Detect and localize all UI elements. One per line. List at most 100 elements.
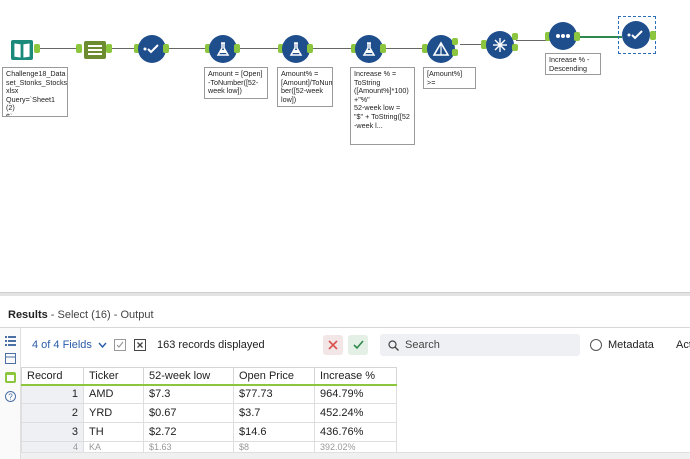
search-input[interactable]: Search (380, 334, 580, 356)
table-row[interactable]: 3 TH $2.72 $14.6 436.76% (21, 422, 397, 442)
output-anchor[interactable] (380, 44, 386, 53)
ticker-cell[interactable]: YRD (83, 403, 144, 423)
column-header-increase[interactable]: Increase % (314, 367, 397, 386)
metadata-radio[interactable]: Metadata (590, 328, 654, 362)
snowflake-icon (493, 38, 507, 52)
increase-cell[interactable]: 392.02% (314, 441, 397, 453)
output-anchor[interactable] (574, 32, 580, 41)
open-cell[interactable]: $77.73 (233, 384, 315, 404)
output-anchor[interactable] (234, 44, 240, 53)
table-header-row: Record Ticker 52-week low Open Price Inc… (21, 367, 397, 386)
sort-annotation: Increase % - Descending (545, 53, 601, 75)
output-anchor[interactable] (106, 44, 112, 53)
formula2-annotation: Amount% = [Amount]/ToNum ber([52-week lo… (277, 67, 333, 107)
table-row[interactable]: 4 KA $1.63 $8 392.02% (21, 441, 397, 453)
list-view-icon[interactable] (5, 335, 16, 346)
output-anchor[interactable] (512, 33, 518, 40)
results-table: Record Ticker 52-week low Open Price Inc… (21, 367, 397, 453)
checkmark-icon (143, 44, 159, 54)
edit-checkbox-icon[interactable] (114, 328, 126, 362)
low-cell[interactable]: $1.63 (143, 441, 234, 453)
dots-icon (556, 34, 570, 38)
record-cell: 3 (21, 422, 84, 442)
deselect-box-icon[interactable] (134, 328, 146, 362)
low-cell[interactable]: $2.72 (143, 422, 234, 442)
chevron-down-icon (98, 342, 107, 348)
increase-cell[interactable]: 964.79% (314, 384, 397, 404)
filter-tool[interactable] (427, 35, 455, 63)
list-book-icon (84, 41, 106, 59)
sample-tool[interactable] (486, 31, 514, 59)
table-row[interactable]: 2 YRD $0.67 $3.7 452.24% (21, 403, 397, 423)
connector (310, 48, 355, 49)
results-pane: Results - Select (16) - Output ? 4 of 4 … (0, 296, 690, 459)
formula-tool-1[interactable] (209, 35, 237, 63)
actions-menu[interactable]: Acti (676, 328, 690, 362)
apply-button[interactable] (348, 335, 368, 355)
connector (167, 48, 209, 49)
radio-circle (590, 339, 602, 351)
record-cell: 2 (21, 403, 84, 423)
connector (577, 36, 622, 38)
low-cell[interactable]: $7.3 (143, 384, 234, 404)
open-cell[interactable]: $8 (233, 441, 315, 453)
ticker-cell[interactable]: TH (83, 422, 144, 442)
output-anchor[interactable] (163, 44, 169, 53)
results-left-rail: ? (0, 328, 21, 459)
select-output-tool[interactable] (622, 21, 650, 49)
output-anchor[interactable] (650, 31, 656, 40)
search-icon (388, 339, 399, 351)
metadata-label: Metadata (608, 339, 654, 351)
filter-annotation: [Amount%] >= 0.25 (423, 67, 476, 89)
table-row[interactable]: 1 AMD $7.3 $77.73 964.79% (21, 384, 397, 404)
table-icon[interactable] (5, 353, 16, 364)
output-anchor[interactable] (307, 44, 313, 53)
input-annotation: Challenge18_Data set_Stonks_Stocks. xlsx… (2, 67, 68, 117)
data-grid-icon[interactable] (5, 372, 16, 383)
select-tool[interactable] (138, 35, 166, 63)
workflow-canvas[interactable]: Challenge18_Data set_Stonks_Stocks. xlsx… (0, 0, 690, 292)
open-cell[interactable]: $14.6 (233, 422, 315, 442)
ticker-cell[interactable]: AMD (83, 384, 144, 404)
column-header-ticker[interactable]: Ticker (83, 367, 144, 386)
column-header-record[interactable]: Record (21, 367, 84, 386)
search-placeholder: Search (405, 339, 440, 351)
low-cell[interactable]: $0.67 (143, 403, 234, 423)
filter-false-anchor[interactable] (452, 49, 458, 56)
select-records-tool[interactable] (81, 36, 109, 64)
horizontal-scrollbar[interactable] (21, 452, 690, 459)
help-icon[interactable]: ? (5, 391, 16, 402)
input-data-tool[interactable] (8, 36, 36, 64)
filter-triangle-icon (432, 41, 450, 56)
output-anchor[interactable] (34, 44, 40, 53)
fields-selector[interactable]: 4 of 4 Fields (32, 328, 107, 362)
column-header-open-price[interactable]: Open Price (233, 367, 315, 386)
results-title-rest: - Select (16) - Output (47, 309, 154, 321)
fields-selector-label: 4 of 4 Fields (32, 339, 92, 351)
results-title: Results - Select (16) - Output (8, 309, 154, 321)
increase-cell[interactable]: 436.76% (314, 422, 397, 442)
close-icon (328, 340, 338, 350)
connector (237, 48, 282, 49)
record-cell: 4 (21, 441, 84, 453)
connector (38, 48, 79, 49)
formula-tool-3[interactable] (355, 35, 383, 63)
increase-cell[interactable]: 452.24% (314, 403, 397, 423)
formula-tool-2[interactable] (282, 35, 310, 63)
ticker-cell[interactable]: KA (83, 441, 144, 453)
flask-icon (216, 42, 230, 56)
formula1-annotation: Amount = [Open] -ToNumber([52- week low]… (204, 67, 268, 99)
connector (383, 48, 426, 49)
column-header-52-week-low[interactable]: 52-week low (143, 367, 234, 386)
results-toolbar: 4 of 4 Fields 163 records displayed Sear… (21, 328, 690, 362)
connector (516, 40, 549, 41)
results-grid: Record Ticker 52-week low Open Price Inc… (21, 367, 397, 453)
open-cell[interactable]: $3.7 (233, 403, 315, 423)
formula3-annotation: Increase % = ToString ([Amount%]*100) +"… (350, 67, 415, 145)
output-anchor[interactable] (512, 44, 518, 51)
sort-tool[interactable] (549, 22, 577, 50)
checkmark-icon (627, 30, 643, 40)
check-icon (352, 340, 364, 350)
cancel-button[interactable] (323, 335, 343, 355)
filter-true-anchor[interactable] (452, 38, 458, 45)
